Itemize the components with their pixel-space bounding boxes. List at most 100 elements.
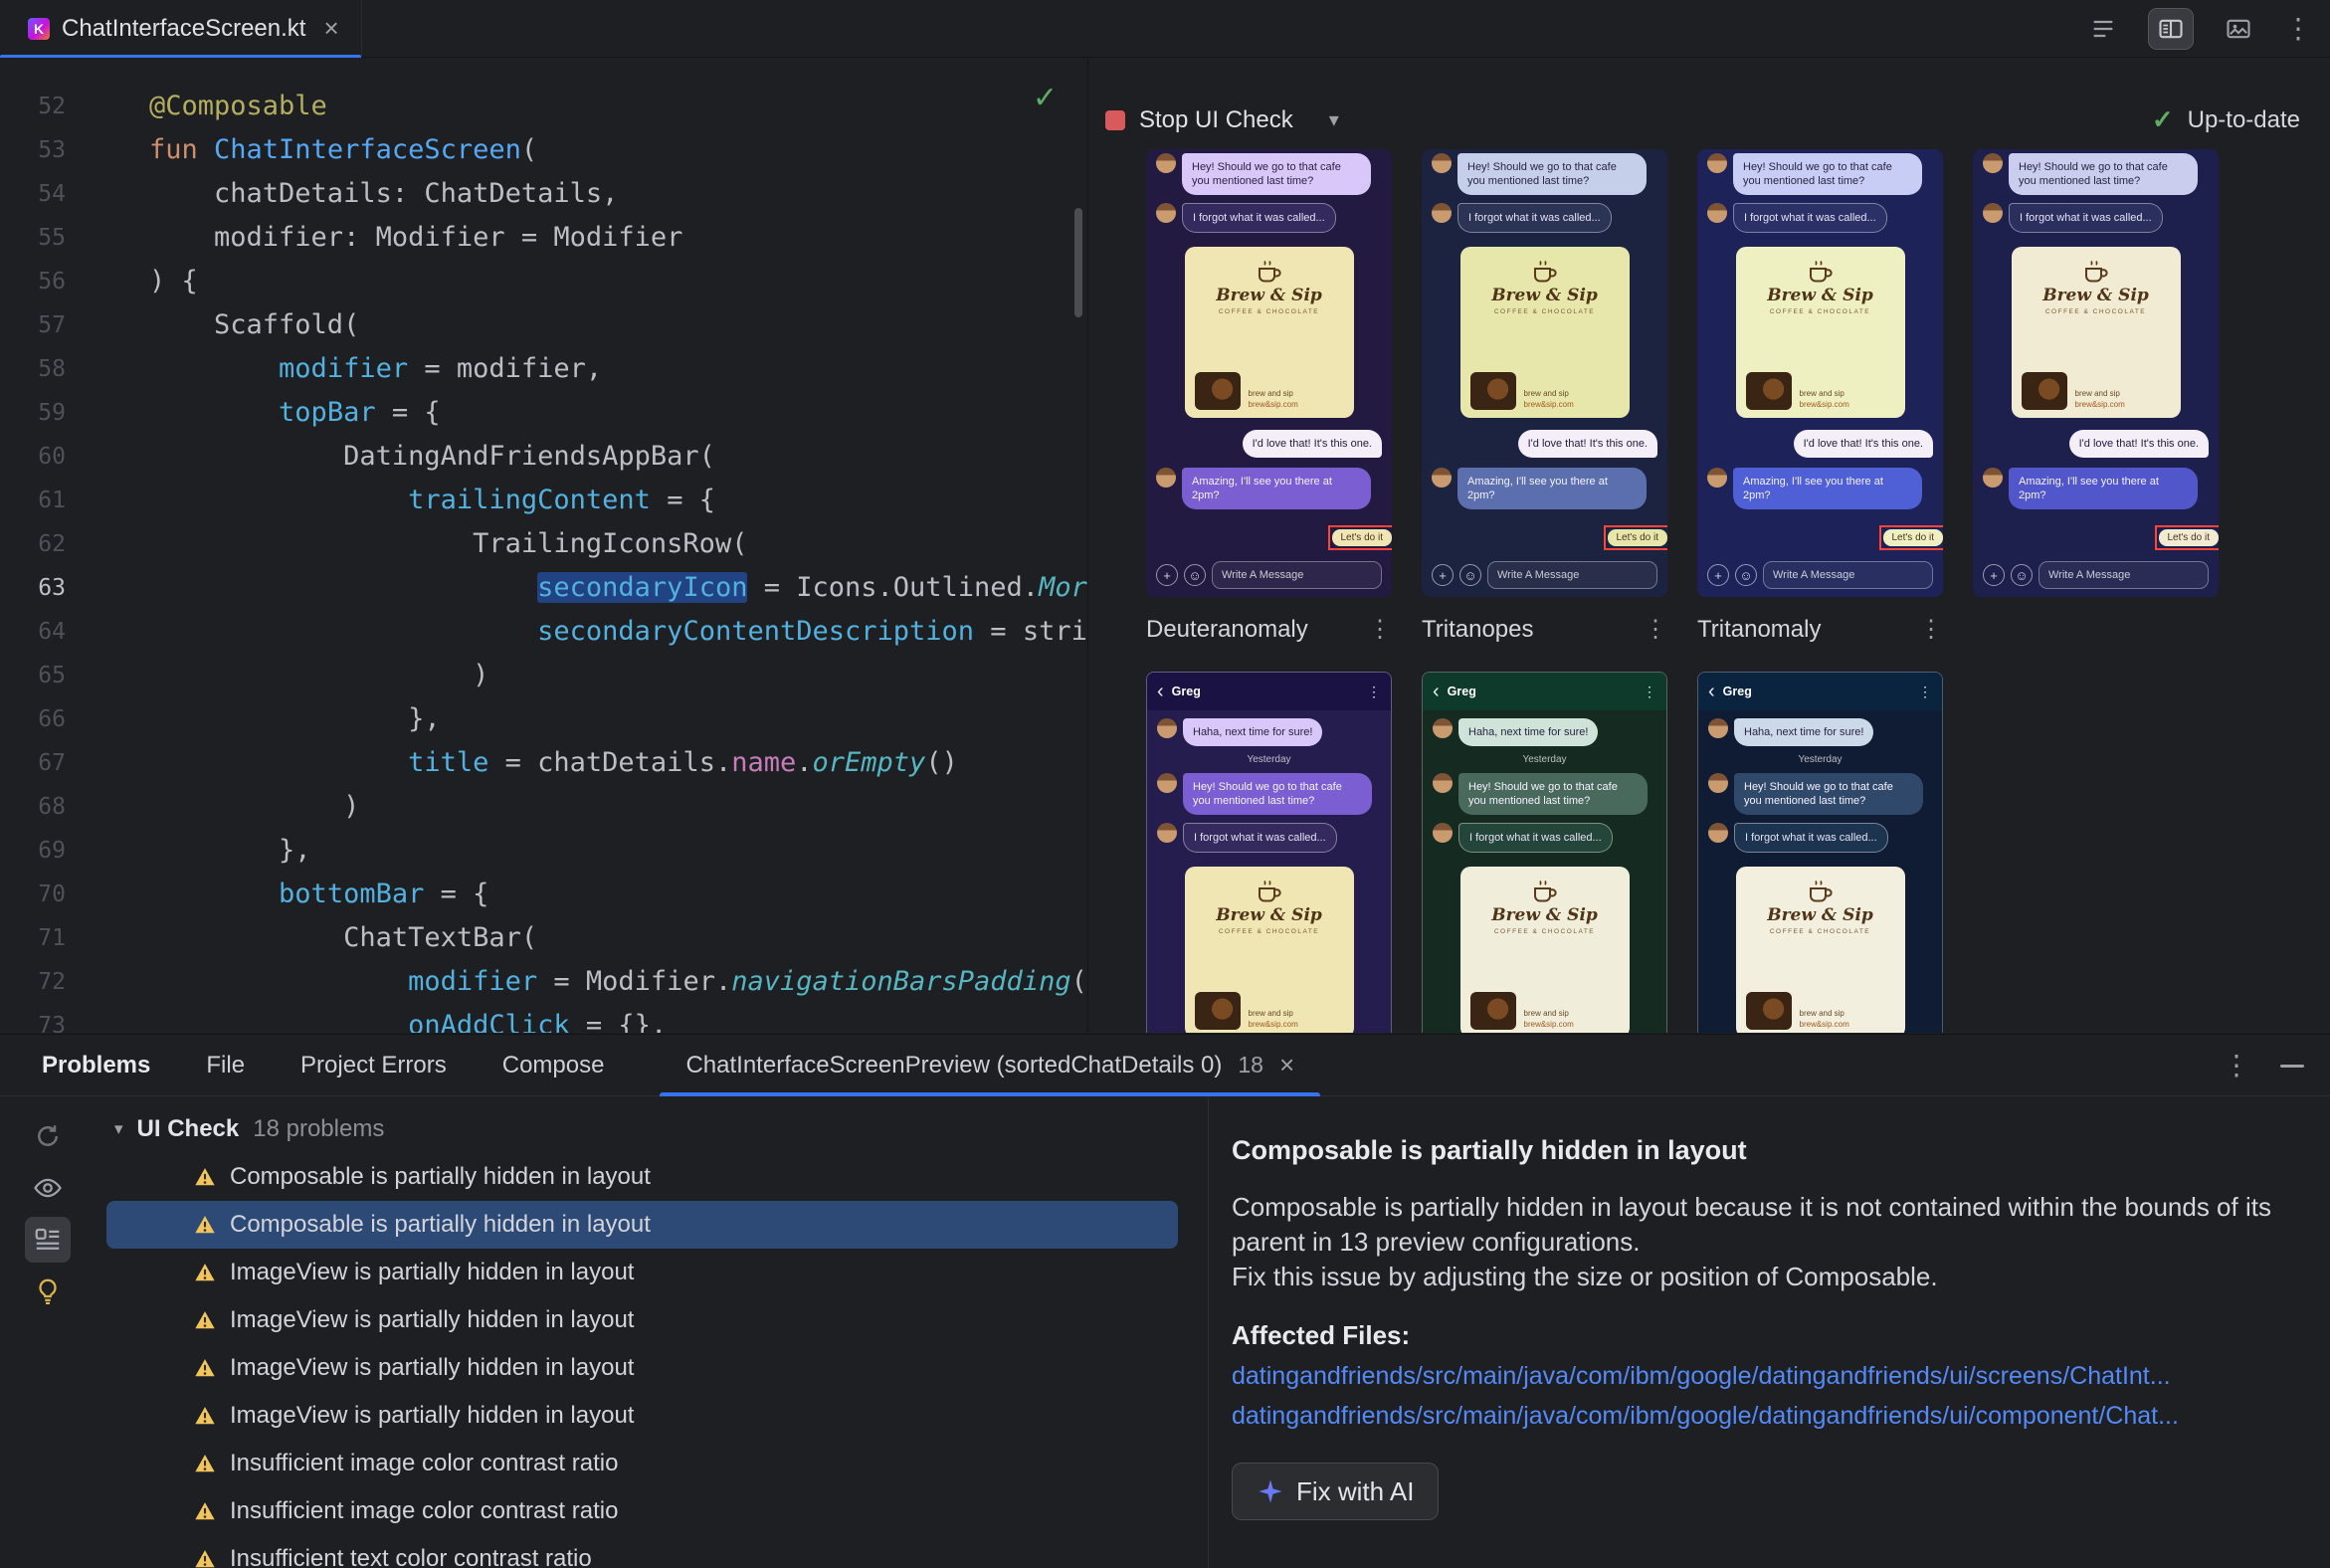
stop-ui-check-button[interactable]: Stop UI Check xyxy=(1139,106,1293,134)
chat-bubble: Amazing, I'll see you there at 2pm? xyxy=(2009,468,2198,509)
fix-with-ai-button[interactable]: Fix with AI xyxy=(1232,1463,1440,1520)
code-line[interactable]: 52 @Composable xyxy=(0,85,1087,128)
code-line[interactable]: 54 chatDetails: ChatDetails, xyxy=(0,172,1087,216)
code-line[interactable]: 70 bottomBar = { xyxy=(0,873,1087,916)
code-line[interactable]: 64 secondaryContentDescription = stringR… xyxy=(0,610,1087,654)
design-view-icon[interactable] xyxy=(2217,9,2260,49)
preview-phone-chat[interactable]: ‹ Greg ⋮ Haha, next time for sure! Yeste… xyxy=(1146,672,1392,1033)
split-view-icon[interactable] xyxy=(2148,8,2194,50)
preview-canvas[interactable]: Hey! Should we go to that cafe you menti… xyxy=(1091,145,2330,1033)
code-line[interactable]: 71 ChatTextBar( xyxy=(0,916,1087,960)
warning-icon xyxy=(195,1550,215,1568)
chat-bubble: Haha, next time for sure! xyxy=(1458,718,1599,746)
preview-more-icon[interactable]: ⋮ xyxy=(1644,615,1667,644)
affected-file-link[interactable]: datingandfriends/src/main/java/com/ibm/g… xyxy=(1232,1402,2300,1431)
code-line[interactable]: 58 modifier = modifier, xyxy=(0,347,1087,391)
affected-file-link[interactable]: datingandfriends/src/main/java/com/ibm/g… xyxy=(1232,1362,2300,1391)
message-row: Haha, next time for sure! xyxy=(1157,718,1381,746)
line-number: 56 xyxy=(38,269,66,294)
panel-more-icon[interactable]: ⋮ xyxy=(2223,1052,2250,1079)
preview-phone-chat[interactable]: Hey! Should we go to that cafe you menti… xyxy=(1422,149,1667,597)
close-tab-icon[interactable]: × xyxy=(1279,1050,1294,1080)
preview-phone-chat[interactable]: ‹ Greg ⋮ Haha, next time for sure! Yeste… xyxy=(1422,672,1667,1033)
message-row: Hey! Should we go to that cafe you menti… xyxy=(1707,153,1933,195)
code-line[interactable]: 66 }, xyxy=(0,697,1087,741)
details-view-icon[interactable] xyxy=(24,1217,71,1263)
problem-item[interactable]: ImageView is partially hidden in layout xyxy=(95,1249,1208,1296)
code-line[interactable]: 57 Scaffold( xyxy=(0,303,1087,347)
code-line[interactable]: 61 trailingContent = { xyxy=(0,479,1087,522)
ai-sparkle-icon xyxy=(1259,1479,1282,1503)
editor-scrollbar[interactable] xyxy=(1074,208,1082,317)
preview-phone-chat[interactable]: Hey! Should we go to that cafe you menti… xyxy=(1146,149,1392,597)
back-icon: ‹ xyxy=(1433,681,1440,702)
chat-appbar: ‹ Greg ⋮ xyxy=(1423,673,1666,710)
code-line[interactable]: 67 title = chatDetails.name.orEmpty() xyxy=(0,741,1087,785)
minimize-panel-icon[interactable] xyxy=(2280,1064,2304,1068)
problem-item[interactable]: Composable is partially hidden in layout xyxy=(95,1153,1208,1201)
coffee-photo xyxy=(1745,372,1792,410)
problem-item[interactable]: ImageView is partially hidden in layout xyxy=(95,1392,1208,1440)
problems-group-header[interactable]: ▾ UI Check 18 problems xyxy=(95,1105,1208,1153)
code-line[interactable]: 65 ) xyxy=(0,654,1087,697)
code-line[interactable]: 60 DatingAndFriendsAppBar( xyxy=(0,435,1087,479)
code-view-icon[interactable] xyxy=(2081,9,2125,49)
problem-item[interactable]: ImageView is partially hidden in layout xyxy=(95,1296,1208,1344)
warning-icon xyxy=(195,1264,215,1281)
code-line[interactable]: 59 topBar = { xyxy=(0,391,1087,435)
lightbulb-icon[interactable] xyxy=(25,1269,71,1314)
preview-phone-chat[interactable]: ‹ Greg ⋮ Haha, next time for sure! Yeste… xyxy=(1697,672,1943,1033)
code-line[interactable]: 69 }, xyxy=(0,829,1087,873)
coffee-photo xyxy=(1194,372,1241,410)
avatar xyxy=(1157,773,1177,793)
code-editor[interactable]: 52 @Composable 53 fun ChatInterfaceScreen(5… xyxy=(0,59,1088,1033)
tab-project-errors[interactable]: Project Errors xyxy=(300,1035,447,1095)
message-input: Write A Message xyxy=(1763,561,1933,589)
avatar xyxy=(1707,468,1727,488)
code-line[interactable]: 53 fun ChatInterfaceScreen( xyxy=(0,128,1087,172)
preview-phone-chat[interactable]: Hey! Should we go to that cafe you menti… xyxy=(1697,149,1943,597)
message-input: Write A Message xyxy=(1487,561,1657,589)
close-tab-icon[interactable]: × xyxy=(323,13,338,44)
avatar xyxy=(1433,823,1453,843)
file-tab[interactable]: K ChatInterfaceScreen.kt × xyxy=(0,0,362,58)
code-line[interactable]: 68 ) xyxy=(0,785,1087,829)
stop-icon[interactable] xyxy=(1105,109,1125,130)
message-row: I forgot what it was called... xyxy=(1708,823,1932,853)
problem-item[interactable]: Insufficient image color contrast ratio xyxy=(95,1440,1208,1487)
suggestion-chip: Let's do it xyxy=(1882,529,1943,546)
preview-eye-icon[interactable] xyxy=(25,1165,71,1211)
problem-item[interactable]: Composable is partially hidden in layout xyxy=(106,1201,1178,1249)
line-number: 57 xyxy=(38,312,66,338)
problem-item[interactable]: Insufficient text color contrast ratio xyxy=(95,1535,1208,1568)
warning-icon xyxy=(195,1455,215,1472)
message-row: I'd love that! It's this one. xyxy=(1707,430,1933,458)
preview-more-icon[interactable]: ⋮ xyxy=(1368,615,1392,644)
preview-more-icon[interactable]: ⋮ xyxy=(1919,615,1943,644)
chevron-down-icon[interactable]: ▾ xyxy=(114,1119,123,1139)
code-line[interactable]: 63 secondaryIcon = Icons.Outlined.MoreVe… xyxy=(0,566,1087,610)
problems-left-rail xyxy=(0,1097,95,1568)
contact-name: Greg xyxy=(1447,685,1476,698)
code-line[interactable]: 62 TrailingIconsRow( xyxy=(0,522,1087,566)
code-line[interactable]: 55 modifier: Modifier = Modifier xyxy=(0,216,1087,260)
problem-item[interactable]: Insufficient image color contrast ratio xyxy=(95,1487,1208,1535)
tab-compose[interactable]: Compose xyxy=(502,1035,605,1095)
preview-phone-chat[interactable]: Hey! Should we go to that cafe you menti… xyxy=(1973,149,2219,597)
code-lines: 52 @Composable 53 fun ChatInterfaceScreen(5… xyxy=(0,85,1087,1033)
tab-problems[interactable]: Problems xyxy=(42,1035,150,1095)
tab-file[interactable]: File xyxy=(206,1035,245,1095)
more-options-icon[interactable]: ⋮ xyxy=(2284,15,2312,43)
brew-sip-card: Brew & Sip COFFEE & CHOCOLATE brew and s… xyxy=(1735,247,1905,418)
code-line[interactable]: 72 modifier = Modifier.navigationBarsPad… xyxy=(0,960,1087,1004)
tab-uicheck-preview[interactable]: ChatInterfaceScreenPreview (sortedChatDe… xyxy=(660,1035,1320,1096)
refresh-icon[interactable] xyxy=(25,1113,71,1159)
issue-highlight-box: Let's do it xyxy=(1603,525,1667,550)
problem-item[interactable]: ImageView is partially hidden in layout xyxy=(95,1344,1208,1392)
avatar xyxy=(1433,773,1453,793)
chevron-down-icon[interactable]: ▾ xyxy=(1329,107,1339,132)
inspections-ok-icon[interactable]: ✓ xyxy=(1033,81,1058,115)
code-line[interactable]: 73 onAddClick = {}, xyxy=(0,1004,1087,1033)
code-line[interactable]: 56) { xyxy=(0,260,1087,303)
coffee-cup-icon xyxy=(1533,261,1557,283)
